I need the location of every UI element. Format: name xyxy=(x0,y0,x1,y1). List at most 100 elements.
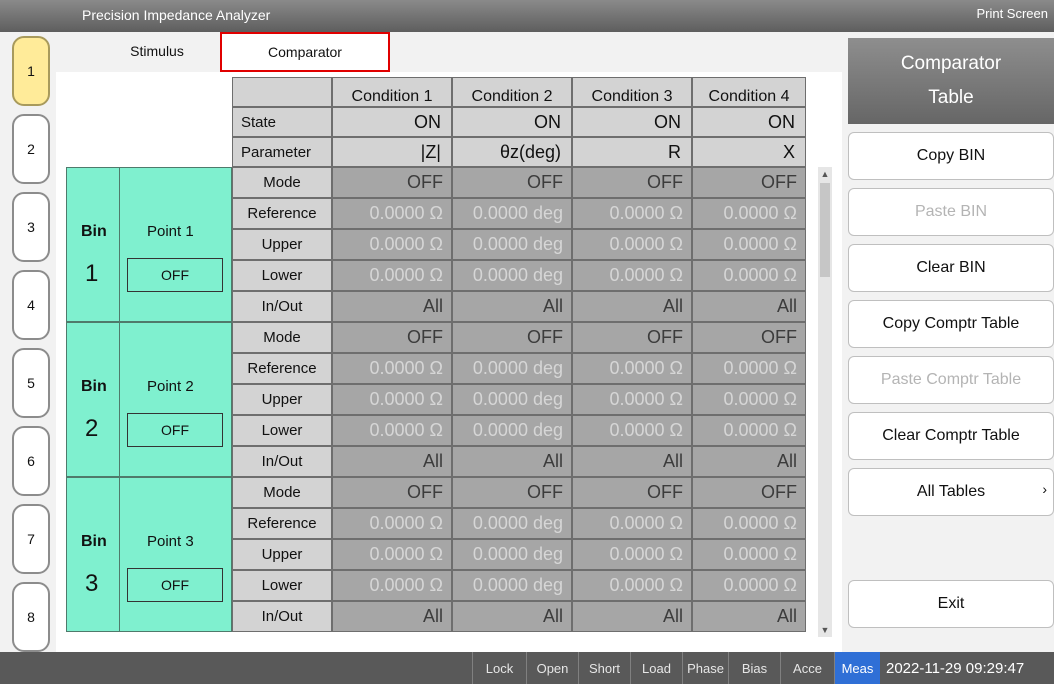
channel-tab-3[interactable]: 3 xyxy=(12,192,50,262)
softkey-clear-comptr-table-button[interactable]: Clear Comptr Table xyxy=(848,412,1054,460)
exit-button[interactable]: Exit xyxy=(848,580,1054,628)
bin-value-cell[interactable]: 0.0000 Ω xyxy=(572,570,692,601)
bin-value-cell[interactable]: OFF xyxy=(692,477,806,508)
bin-value-cell[interactable]: All xyxy=(332,601,452,632)
channel-tab-5[interactable]: 5 xyxy=(12,348,50,418)
bin-value-cell[interactable]: 0.0000 Ω xyxy=(692,384,806,415)
bin-value-cell[interactable]: 0.0000 Ω xyxy=(332,229,452,260)
bin-value-cell[interactable]: OFF xyxy=(452,167,572,198)
bin-value-cell[interactable]: OFF xyxy=(572,322,692,353)
tab-bar: Stimulus Comparator xyxy=(56,32,842,72)
bin-value-cell[interactable]: OFF xyxy=(572,477,692,508)
app-title: Precision Impedance Analyzer xyxy=(82,7,271,23)
bin-value-cell[interactable]: 0.0000 deg xyxy=(452,229,572,260)
bin-value-cell[interactable]: 0.0000 Ω xyxy=(692,198,806,229)
bin-value-cell[interactable]: 0.0000 Ω xyxy=(572,353,692,384)
bin-1-panel: Bin 1 Point 1 OFF xyxy=(66,167,232,322)
bin-value-cell[interactable]: 0.0000 Ω xyxy=(692,260,806,291)
bin-value-cell[interactable]: All xyxy=(452,601,572,632)
bin-value-cell[interactable]: All xyxy=(572,446,692,477)
row-label: Mode xyxy=(232,167,332,198)
bin-value-cell[interactable]: 0.0000 deg xyxy=(452,198,572,229)
bin-value-cell[interactable]: 0.0000 Ω xyxy=(692,539,806,570)
bin-value-cell[interactable]: 0.0000 Ω xyxy=(572,229,692,260)
channel-tab-4[interactable]: 4 xyxy=(12,270,50,340)
tab-stimulus[interactable]: Stimulus xyxy=(102,38,212,64)
parameter-value[interactable]: R xyxy=(572,137,692,167)
scroll-up-icon[interactable]: ▲ xyxy=(818,167,832,181)
bin-value-cell[interactable]: All xyxy=(692,446,806,477)
bin-value-cell[interactable]: 0.0000 deg xyxy=(452,353,572,384)
scroll-thumb[interactable] xyxy=(820,183,830,277)
bin-value-cell[interactable]: All xyxy=(692,291,806,322)
bin-value-cell[interactable]: 0.0000 Ω xyxy=(332,570,452,601)
bin-value-cell[interactable]: 0.0000 Ω xyxy=(692,229,806,260)
channel-tab-6[interactable]: 6 xyxy=(12,426,50,496)
bin-value-cell[interactable]: 0.0000 Ω xyxy=(332,198,452,229)
state-value[interactable]: ON xyxy=(452,107,572,137)
bin-value-cell[interactable]: 0.0000 Ω xyxy=(692,570,806,601)
parameter-value[interactable]: X xyxy=(692,137,806,167)
bin-point-toggle-button[interactable]: OFF xyxy=(127,413,223,447)
tab-comparator[interactable]: Comparator xyxy=(220,32,390,72)
bin-value-cell[interactable]: OFF xyxy=(452,477,572,508)
bin-value-cell[interactable]: 0.0000 Ω xyxy=(572,508,692,539)
bin-value-cell[interactable]: OFF xyxy=(692,322,806,353)
state-value[interactable]: ON xyxy=(692,107,806,137)
status-lock: Lock xyxy=(472,652,526,684)
bin-value-cell[interactable]: OFF xyxy=(452,322,572,353)
softkey-copy-bin-button[interactable]: Copy BIN xyxy=(848,132,1054,180)
bin-number: 3 xyxy=(85,570,99,597)
bin-point-toggle-button[interactable]: OFF xyxy=(127,258,223,292)
bin-value-cell[interactable]: 0.0000 Ω xyxy=(332,415,452,446)
channel-tab-8[interactable]: 8 xyxy=(12,582,50,652)
bin-value-cell[interactable]: OFF xyxy=(332,167,452,198)
bin-value-cell[interactable]: All xyxy=(332,446,452,477)
bin-value-cell[interactable]: OFF xyxy=(572,167,692,198)
bin-value-cell[interactable]: All xyxy=(572,601,692,632)
bin-value-cell[interactable]: 0.0000 Ω xyxy=(572,260,692,291)
bin-point-label: Point 2 xyxy=(147,378,194,395)
bin-value-cell[interactable]: OFF xyxy=(332,322,452,353)
softkey-clear-bin-button[interactable]: Clear BIN xyxy=(848,244,1054,292)
bin-value-cell[interactable]: 0.0000 Ω xyxy=(572,384,692,415)
bin-point-toggle-button[interactable]: OFF xyxy=(127,568,223,602)
bin-value-cell[interactable]: 0.0000 deg xyxy=(452,508,572,539)
channel-tab-2[interactable]: 2 xyxy=(12,114,50,184)
bin-value-cell[interactable]: 0.0000 deg xyxy=(452,260,572,291)
bin-value-cell[interactable]: 0.0000 Ω xyxy=(692,415,806,446)
scroll-down-icon[interactable]: ▼ xyxy=(818,623,832,637)
print-screen-button[interactable]: Print Screen xyxy=(976,6,1048,21)
bin-value-cell[interactable]: 0.0000 Ω xyxy=(692,508,806,539)
state-value[interactable]: ON xyxy=(332,107,452,137)
bin-value-cell[interactable]: 0.0000 deg xyxy=(452,384,572,415)
parameter-value[interactable]: θz(deg) xyxy=(452,137,572,167)
bin-value-cell[interactable]: OFF xyxy=(692,167,806,198)
bin-value-cell[interactable]: All xyxy=(572,291,692,322)
bin-value-cell[interactable]: 0.0000 Ω xyxy=(572,539,692,570)
table-scrollbar[interactable]: ▲ ▼ xyxy=(818,167,832,637)
bin-value-cell[interactable]: 0.0000 deg xyxy=(452,539,572,570)
bin-value-cell[interactable]: 0.0000 Ω xyxy=(332,539,452,570)
bin-value-cell[interactable]: 0.0000 Ω xyxy=(692,353,806,384)
bin-number: 1 xyxy=(85,260,99,287)
bin-value-cell[interactable]: All xyxy=(692,601,806,632)
softkey-copy-comptr-table-button[interactable]: Copy Comptr Table xyxy=(848,300,1054,348)
bin-value-cell[interactable]: 0.0000 Ω xyxy=(572,415,692,446)
bin-value-cell[interactable]: All xyxy=(332,291,452,322)
bin-value-cell[interactable]: 0.0000 Ω xyxy=(572,198,692,229)
bin-value-cell[interactable]: 0.0000 deg xyxy=(452,415,572,446)
bin-value-cell[interactable]: All xyxy=(452,291,572,322)
bin-value-cell[interactable]: 0.0000 Ω xyxy=(332,508,452,539)
softkey-all-tables-button[interactable]: All Tables › xyxy=(848,468,1054,516)
bin-value-cell[interactable]: OFF xyxy=(332,477,452,508)
parameter-value[interactable]: |Z| xyxy=(332,137,452,167)
bin-value-cell[interactable]: 0.0000 Ω xyxy=(332,260,452,291)
channel-tab-7[interactable]: 7 xyxy=(12,504,50,574)
bin-value-cell[interactable]: All xyxy=(452,446,572,477)
state-value[interactable]: ON xyxy=(572,107,692,137)
bin-value-cell[interactable]: 0.0000 deg xyxy=(452,570,572,601)
bin-value-cell[interactable]: 0.0000 Ω xyxy=(332,353,452,384)
bin-value-cell[interactable]: 0.0000 Ω xyxy=(332,384,452,415)
channel-tab-1[interactable]: 1 xyxy=(12,36,50,106)
